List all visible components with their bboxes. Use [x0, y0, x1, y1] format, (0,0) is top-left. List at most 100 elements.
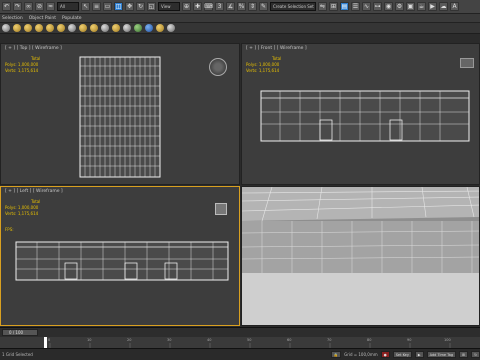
status-bar: 1 Grid Selected 🔒 Grid = 100,0mm ● Set K…: [0, 348, 480, 360]
left-view-wireframe: [15, 241, 229, 281]
render-setup-icon[interactable]: ⚙: [395, 2, 404, 11]
polys-value: 1,000,000: [17, 205, 39, 210]
lock-icon[interactable]: 🔒: [330, 351, 342, 358]
viewport-left-label[interactable]: [ + ] [ Left ] [ Wireframe ]: [5, 189, 63, 194]
viewport-top-stats: Total Polys: 1,000,000 Verts: 1,175,614: [5, 56, 40, 74]
play-button[interactable]: ▶: [414, 351, 424, 358]
geosphere-icon[interactable]: [101, 24, 109, 32]
snaps-icon[interactable]: 3: [215, 2, 224, 11]
rect-select-icon[interactable]: ▭: [103, 2, 112, 11]
viewport-left[interactable]: [ + ] [ Left ] [ Wireframe ] Total Polys…: [0, 186, 240, 326]
window-crossing-icon[interactable]: ◫: [114, 2, 123, 11]
select-by-name-icon[interactable]: ≡: [92, 2, 101, 11]
keyboard-shortcut-icon[interactable]: ⌨: [204, 2, 213, 11]
named-selection-dropdown[interactable]: Create Selection Set: [270, 2, 316, 11]
add-time-tag-button[interactable]: Add Time Tag: [426, 351, 457, 358]
tab-object-paint[interactable]: Object Paint: [29, 16, 56, 21]
material-editor-icon[interactable]: ◉: [384, 2, 393, 11]
torus-icon[interactable]: [46, 24, 54, 32]
status-message: 1 Grid Selected: [2, 352, 33, 357]
polys-label: Polys:: [5, 62, 17, 67]
time-slider[interactable]: 0 / 100: [0, 327, 480, 337]
track-bar[interactable]: 0 10 20 30 40 50 60 70 80 90 100: [0, 337, 480, 348]
view-combo-value: View: [161, 4, 171, 9]
system-icon[interactable]: [156, 24, 164, 32]
tube-icon[interactable]: [57, 24, 65, 32]
pyramid-icon[interactable]: [90, 24, 98, 32]
schematic-view-icon[interactable]: ⊶: [373, 2, 382, 11]
cone-icon[interactable]: [24, 24, 32, 32]
plane-icon[interactable]: [68, 24, 76, 32]
view-coordinate-dropdown[interactable]: View: [158, 2, 180, 11]
bind-icon[interactable]: ≈: [46, 2, 55, 11]
viewport-perspective[interactable]: [241, 186, 480, 326]
tick-10: 10: [87, 338, 92, 342]
curve-editor-icon[interactable]: ∿: [362, 2, 371, 11]
unlink-icon[interactable]: ⊘: [35, 2, 44, 11]
ribbon-tabs: Selection Object Paint Populate: [0, 14, 480, 23]
orbit-icon[interactable]: ↻: [471, 351, 480, 358]
viewport-front-stats: Total Polys: 1,000,000 Verts: 1,175,614: [246, 56, 281, 74]
spinner-snap-icon[interactable]: ⇕: [248, 2, 257, 11]
mirror-icon[interactable]: ⇋: [318, 2, 327, 11]
select-manipulate-icon[interactable]: ✚: [193, 2, 202, 11]
redo-icon[interactable]: ↷: [13, 2, 22, 11]
layer-explorer-icon[interactable]: ▤: [340, 2, 349, 11]
verts-value: 1,175,614: [17, 211, 39, 216]
viewport-top[interactable]: [ + ] [ Top ] [ Wireframe ] Total Polys:…: [0, 43, 240, 185]
polys-label: Polys:: [246, 62, 258, 67]
cylinder-icon[interactable]: [2, 24, 10, 32]
move-icon[interactable]: ✥: [125, 2, 134, 11]
light-icon[interactable]: [112, 24, 120, 32]
selection-filter-dropdown[interactable]: All: [57, 2, 79, 11]
render-production-icon[interactable]: ☕: [417, 2, 426, 11]
tick-80: 80: [367, 338, 372, 342]
frame-counter[interactable]: 0 / 100: [2, 329, 38, 336]
sphere-icon[interactable]: [35, 24, 43, 32]
grid-size: Grid = 100,0mm: [344, 352, 378, 357]
set-key-button[interactable]: Set Key: [392, 351, 412, 358]
tab-selection[interactable]: Selection: [2, 16, 23, 21]
render-cloud-icon[interactable]: ☁: [439, 2, 448, 11]
undo-icon[interactable]: ↶: [2, 2, 11, 11]
shape-icon[interactable]: [167, 24, 175, 32]
spacewarp-icon[interactable]: [145, 24, 153, 32]
polys-label: Polys:: [5, 205, 17, 210]
viewport-top-label[interactable]: [ + ] [ Top ] [ Wireframe ]: [5, 46, 62, 51]
viewcube-icon[interactable]: [460, 58, 474, 68]
tick-90: 90: [407, 338, 412, 342]
verts-value: 1,175,614: [258, 68, 280, 73]
select-object-icon[interactable]: ↖: [81, 2, 90, 11]
render-iterative-icon[interactable]: ▶: [428, 2, 437, 11]
tick-20: 20: [127, 338, 132, 342]
top-view-wireframe: [79, 56, 161, 178]
rendered-frame-icon[interactable]: ▣: [406, 2, 415, 11]
verts-label: Verts:: [246, 68, 258, 73]
link-icon[interactable]: ∞: [24, 2, 33, 11]
angle-snap-icon[interactable]: ∡: [226, 2, 235, 11]
viewcube-icon[interactable]: [215, 203, 227, 215]
tab-populate[interactable]: Populate: [62, 16, 82, 21]
a360-icon[interactable]: A: [450, 2, 459, 11]
align-icon[interactable]: ⊞: [329, 2, 338, 11]
helper-icon[interactable]: [134, 24, 142, 32]
box-icon[interactable]: [79, 24, 87, 32]
scale-icon[interactable]: ◱: [147, 2, 156, 11]
tick-60: 60: [287, 338, 292, 342]
camera-icon[interactable]: [123, 24, 131, 32]
auto-key-button[interactable]: ●: [380, 351, 390, 358]
viewcube-icon[interactable]: [209, 58, 227, 76]
rotate-icon[interactable]: ↻: [136, 2, 145, 11]
tick-50: 50: [247, 338, 252, 342]
zoom-extents-icon[interactable]: ⊞: [459, 351, 469, 358]
edit-named-sel-icon[interactable]: ✎: [259, 2, 268, 11]
verts-label: Verts:: [5, 211, 17, 216]
viewport-front[interactable]: [ + ] [ Front ] [ Wireframe ] Total Poly…: [241, 43, 480, 185]
pivot-icon[interactable]: ⊕: [182, 2, 191, 11]
polys-value: 1,000,000: [17, 62, 39, 67]
tick-100: 100: [444, 338, 451, 342]
scene-explorer-icon[interactable]: ☰: [351, 2, 360, 11]
teapot-icon[interactable]: [13, 24, 21, 32]
viewport-front-label[interactable]: [ + ] [ Front ] [ Wireframe ]: [246, 46, 307, 51]
percent-snap-icon[interactable]: %: [237, 2, 246, 11]
